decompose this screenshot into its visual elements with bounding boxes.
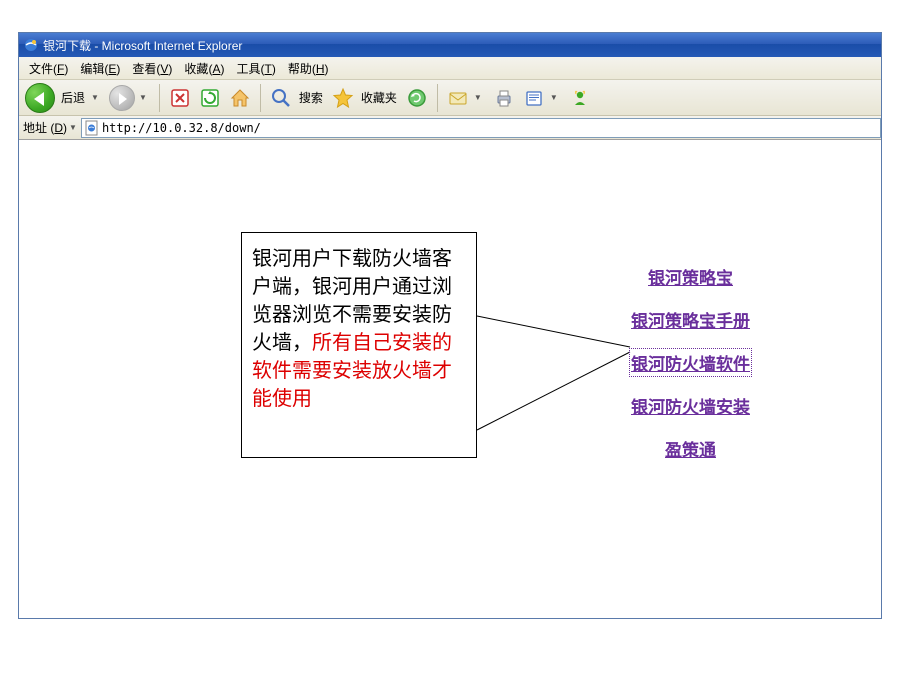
toolbar: 后退 ▼ ▼ 搜索 收藏夹 ▼ ▼ xyxy=(19,80,881,116)
messenger-button[interactable] xyxy=(566,84,594,112)
window-title: 银河下载 - Microsoft Internet Explorer xyxy=(43,37,242,54)
titlebar: 银河下载 - Microsoft Internet Explorer xyxy=(19,33,881,57)
menubar: 文件(F) 编辑(E) 查看(V) 收藏(A) 工具(T) 帮助(H) xyxy=(19,57,881,80)
menu-view[interactable]: 查看(V) xyxy=(126,57,178,80)
mail-button[interactable] xyxy=(444,84,472,112)
page-content: 银河用户下载防火墙客户端，银河用户通过浏览器浏览不需要安装防火墙，所有自己安装的… xyxy=(19,140,881,618)
favorites-label: 收藏夹 xyxy=(361,89,397,106)
address-label: 地址 (D) xyxy=(23,119,67,136)
toolbar-separator xyxy=(437,84,438,112)
menu-edit[interactable]: 编辑(E) xyxy=(74,57,126,80)
history-button[interactable] xyxy=(403,84,431,112)
back-button[interactable] xyxy=(23,81,57,115)
menu-tools[interactable]: 工具(T) xyxy=(230,57,281,80)
address-bar: 地址 (D) ▼ http://10.0.32.8/down/ xyxy=(19,116,881,140)
search-label: 搜索 xyxy=(299,89,323,106)
favorites-button[interactable] xyxy=(329,84,357,112)
menu-favorites[interactable]: 收藏(A) xyxy=(178,57,230,80)
print-button[interactable] xyxy=(490,84,518,112)
chevron-down-icon[interactable]: ▼ xyxy=(69,123,77,132)
address-url-text: http://10.0.32.8/down/ xyxy=(102,121,261,135)
toolbar-separator xyxy=(260,84,261,112)
ie-icon xyxy=(23,37,39,53)
callout-box: 银河用户下载防火墙客户端，银河用户通过浏览器浏览不需要安装防火墙，所有自己安装的… xyxy=(241,232,477,458)
menu-file[interactable]: 文件(F) xyxy=(23,57,74,80)
mail-dropdown-icon[interactable]: ▼ xyxy=(474,93,482,102)
forward-dropdown-icon[interactable]: ▼ xyxy=(139,93,147,102)
link-yingcetong[interactable]: 盈策通 xyxy=(665,436,716,461)
forward-button[interactable] xyxy=(107,83,137,113)
page-icon xyxy=(84,120,100,136)
stop-button[interactable] xyxy=(166,84,194,112)
link-firewall-software[interactable]: 银河防火墙软件 xyxy=(631,350,750,375)
refresh-button[interactable] xyxy=(196,84,224,112)
search-button[interactable] xyxy=(267,84,295,112)
link-firewall-install[interactable]: 银河防火墙安装 xyxy=(631,393,750,418)
back-label: 后退 xyxy=(61,89,85,106)
link-celuebao[interactable]: 银河策略宝 xyxy=(648,264,733,289)
edit-button[interactable] xyxy=(520,84,548,112)
back-dropdown-icon[interactable]: ▼ xyxy=(91,93,99,102)
download-links: 银河策略宝 银河策略宝手册 银河防火墙软件 银河防火墙安装 盈策通 xyxy=(631,264,750,461)
toolbar-separator xyxy=(159,84,160,112)
address-input[interactable]: http://10.0.32.8/down/ xyxy=(81,118,881,138)
link-celuebao-manual[interactable]: 银河策略宝手册 xyxy=(631,307,750,332)
browser-window: 银河下载 - Microsoft Internet Explorer 文件(F)… xyxy=(18,32,882,619)
menu-help[interactable]: 帮助(H) xyxy=(282,57,335,80)
edit-dropdown-icon[interactable]: ▼ xyxy=(550,93,558,102)
home-button[interactable] xyxy=(226,84,254,112)
